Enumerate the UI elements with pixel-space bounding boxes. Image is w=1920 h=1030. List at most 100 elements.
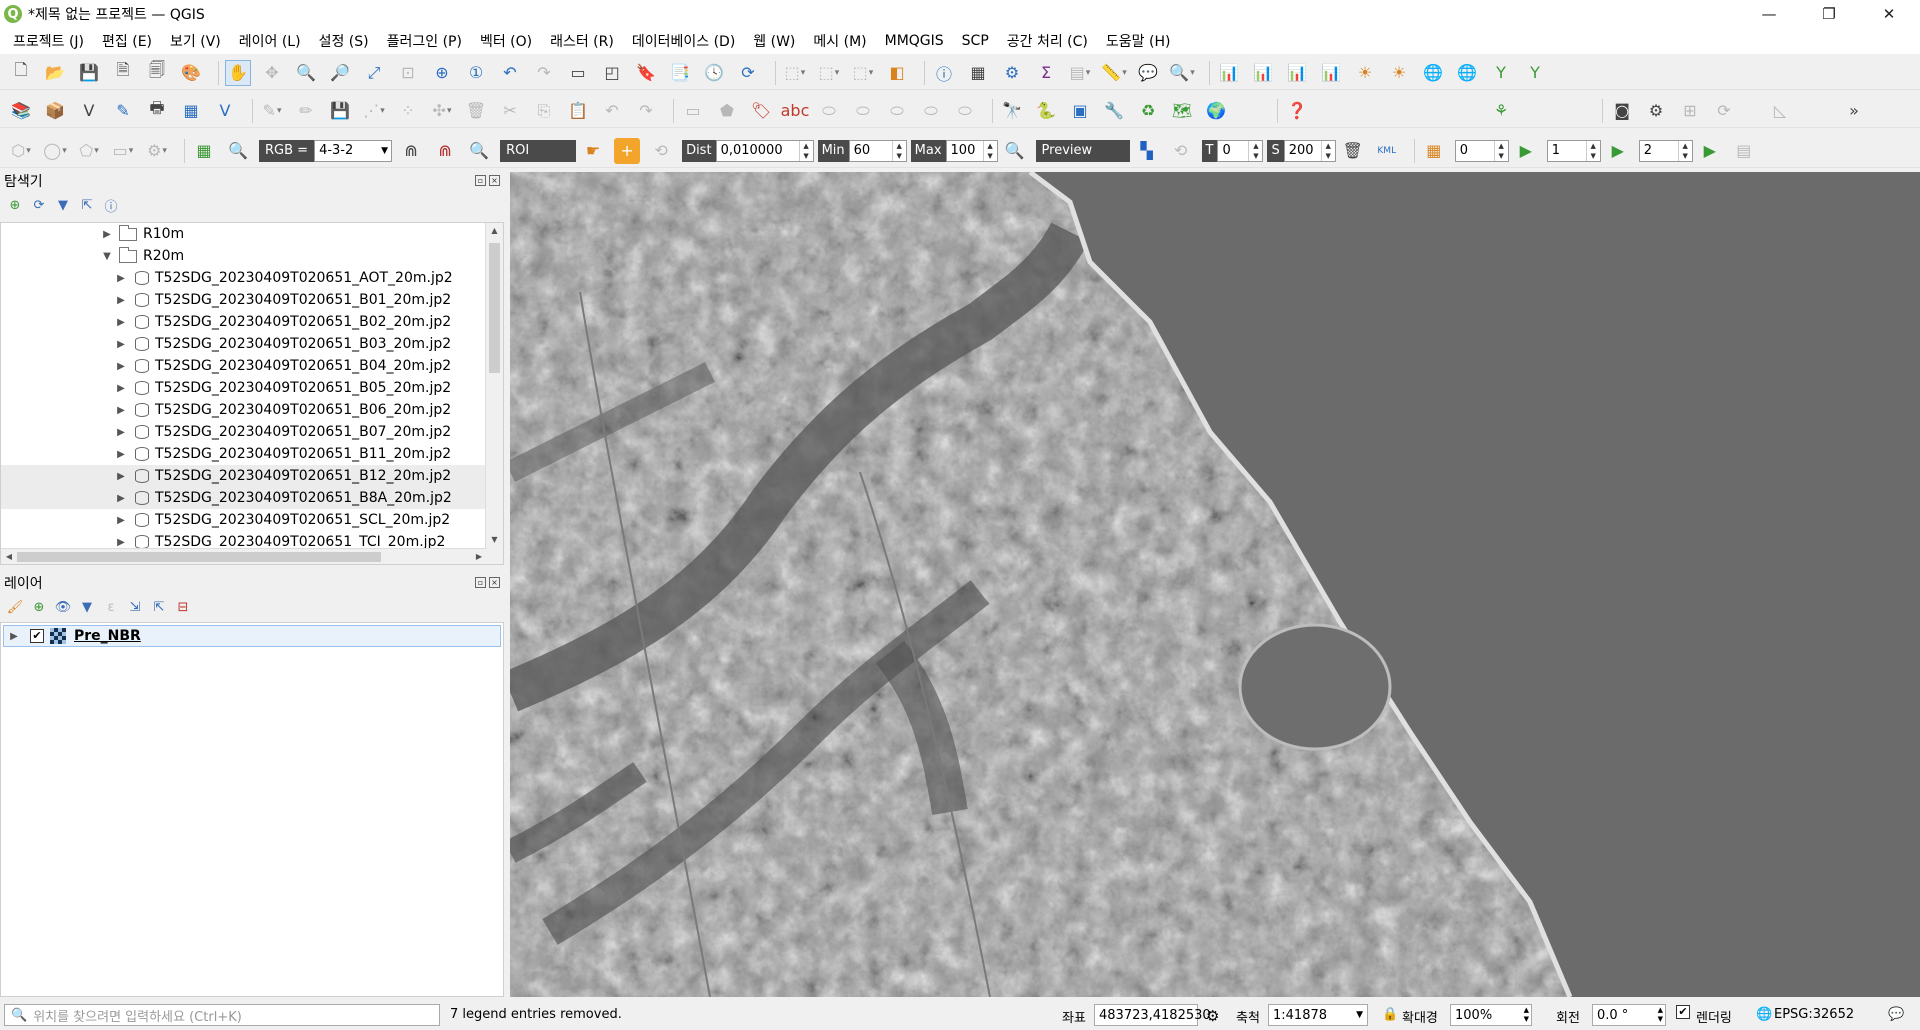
chevron-right-icon[interactable]: ▶ bbox=[115, 339, 127, 350]
collapse-all-layers-icon[interactable]: ⇱ bbox=[150, 598, 168, 616]
chevron-right-icon[interactable]: ▶ bbox=[115, 471, 127, 482]
processing-toolbox-icon[interactable]: ⚙ bbox=[999, 60, 1025, 86]
minimize-button[interactable]: — bbox=[1740, 0, 1798, 28]
menu-mesh[interactable]: 메시 (M) bbox=[804, 31, 875, 51]
close-panel-icon[interactable]: × bbox=[489, 577, 500, 588]
tree-item[interactable]: ▶ T52SDG_20230409T020651_B07_20m.jp2 bbox=[1, 421, 485, 443]
chevron-right-icon[interactable]: ▶ bbox=[115, 317, 127, 328]
zoom-to-layer-icon[interactable]: ⊕ bbox=[429, 60, 455, 86]
tree-item[interactable]: ▶ T52SDG_20230409T020651_B01_20m.jp2 bbox=[1, 289, 485, 311]
zoom-full-icon[interactable]: ⤢ bbox=[361, 60, 387, 86]
zoom-out-icon[interactable]: 🔎 bbox=[327, 60, 353, 86]
chevron-right-icon[interactable]: ▶ bbox=[115, 515, 127, 526]
messages-icon[interactable]: 💬 bbox=[1888, 1007, 1904, 1022]
wrench-icon[interactable]: 🔧 bbox=[1101, 98, 1127, 124]
pan-map-icon[interactable]: ✋ bbox=[225, 59, 251, 86]
menu-scp[interactable]: SCP bbox=[953, 33, 998, 49]
close-button[interactable]: ✕ bbox=[1860, 0, 1918, 28]
scp-classification-icon[interactable]: ▚ bbox=[1134, 138, 1160, 164]
close-panel-icon[interactable]: × bbox=[489, 175, 500, 186]
label-abc-icon[interactable]: abc bbox=[781, 98, 810, 124]
scp-roi-zoom-icon[interactable]: 🔍 bbox=[466, 138, 492, 164]
toolbar-overflow-icon[interactable]: » bbox=[1841, 98, 1867, 124]
menu-raster[interactable]: 래스터 (R) bbox=[541, 31, 623, 51]
tree-item[interactable]: ▶ T52SDG_20230409T020651_B06_20m.jp2 bbox=[1, 399, 485, 421]
bookmark-new-icon[interactable]: 🔖 bbox=[633, 60, 659, 86]
magnifier-spinbox[interactable]: 100% ▲ ▼ bbox=[1450, 1004, 1532, 1026]
shape-rect-icon[interactable]: ▭ bbox=[110, 138, 136, 164]
new-layer-icon[interactable]: 📦 bbox=[42, 98, 68, 124]
help-contents-icon[interactable]: ❓ bbox=[1284, 98, 1310, 124]
menu-layer[interactable]: 레이어 (L) bbox=[230, 31, 310, 51]
save-edits-icon[interactable]: 💾 bbox=[327, 98, 353, 124]
tree-folder-r10m[interactable]: ▶ R10m bbox=[1, 223, 485, 245]
scp-graph-icon[interactable]: ◺ bbox=[1767, 98, 1793, 124]
label-rotate-icon[interactable]: ⬭ bbox=[850, 98, 876, 124]
plugin-tree-icon[interactable]: ⚘ bbox=[1488, 98, 1514, 124]
label-pin-icon[interactable]: ⬟ bbox=[714, 98, 740, 124]
chevron-right-icon[interactable]: ▶ bbox=[115, 405, 127, 416]
remove-layer-icon[interactable]: ⊟ bbox=[174, 598, 192, 616]
chevron-right-icon[interactable]: ▶ bbox=[115, 537, 127, 548]
temporal-controller-icon[interactable]: 🕓 bbox=[701, 60, 727, 86]
scroll-right-icon[interactable]: ▶ bbox=[471, 549, 487, 564]
scroll-down-icon[interactable]: ▼ bbox=[486, 532, 503, 548]
tree-item[interactable]: ▶ T52SDG_20230409T020651_AOT_20m.jp2 bbox=[1, 267, 485, 289]
zoom-next-icon[interactable]: ↷ bbox=[531, 60, 557, 86]
menu-web[interactable]: 웹 (W) bbox=[744, 31, 804, 51]
chevron-right-icon[interactable]: ▶ bbox=[115, 273, 127, 284]
crs-globe-icon[interactable]: 🌐 bbox=[1756, 1007, 1772, 1022]
collapse-all-icon[interactable]: ⇱ bbox=[78, 196, 96, 214]
add-group-icon[interactable]: ⊕ bbox=[30, 598, 48, 616]
browser-filter-icon[interactable]: ▼ bbox=[54, 196, 72, 214]
globe-remove-icon[interactable]: 🌐 bbox=[1454, 60, 1480, 86]
play-2-icon[interactable]: ▶ bbox=[1605, 138, 1631, 164]
measure-line-icon[interactable]: 📏 bbox=[1101, 60, 1127, 86]
tree-item[interactable]: ▶ T52SDG_20230409T020651_B04_20m.jp2 bbox=[1, 355, 485, 377]
locator-search-input[interactable]: 🔍 위치를 찾으려면 입력하세요 (Ctrl+K) bbox=[4, 1004, 440, 1026]
tree-folder-r20m[interactable]: ▼ R20m bbox=[1, 245, 485, 267]
vertex-tool-icon[interactable]: ⁘ bbox=[395, 98, 421, 124]
add-feature-icon[interactable]: ⋰ bbox=[361, 98, 387, 124]
label-show-icon[interactable]: ⬭ bbox=[918, 98, 944, 124]
render-checkbox[interactable]: ✔ bbox=[1676, 1005, 1690, 1019]
browser-info-icon[interactable]: ⓘ bbox=[102, 196, 120, 215]
rotation-spinbox[interactable]: 0.0 ° ▲ ▼ bbox=[1592, 1004, 1666, 1026]
scp-chart-icon[interactable]: ▤ bbox=[1731, 138, 1757, 164]
min-input[interactable]: 60 ▲ ▼ bbox=[848, 139, 907, 162]
georeferencer-icon[interactable]: ▣ bbox=[1067, 98, 1093, 124]
add-selected-layers-icon[interactable]: ⊕ bbox=[6, 196, 24, 214]
globe-add-icon[interactable]: 🌐 bbox=[1420, 60, 1446, 86]
menu-mmqgis[interactable]: MMQGIS bbox=[876, 33, 953, 49]
tree-item[interactable]: ▶ T52SDG_20230409T020651_B03_20m.jp2 bbox=[1, 333, 485, 355]
layer-row-pre-nbr[interactable]: ▶ ✔ Pre_NBR bbox=[3, 625, 501, 647]
menu-help[interactable]: 도움말 (H) bbox=[1097, 31, 1180, 51]
menu-edit[interactable]: 편집 (E) bbox=[93, 31, 161, 51]
dist-input[interactable]: 0,010000 ▲ ▼ bbox=[715, 139, 814, 162]
toggle-extents-icon[interactable]: ⚙ bbox=[1206, 1007, 1219, 1025]
filter-y2-icon[interactable]: Y bbox=[1522, 60, 1548, 86]
shape-poly-icon[interactable]: ⬠ bbox=[76, 138, 102, 164]
add-raster-icon[interactable]: ▦ bbox=[178, 98, 204, 124]
map-canvas[interactable] bbox=[510, 172, 1920, 997]
copy-features-icon[interactable]: ⎘ bbox=[531, 98, 557, 124]
identify-features-icon[interactable]: ⓘ bbox=[931, 60, 957, 86]
sun-layer-icon[interactable]: ☀ bbox=[1352, 60, 1378, 86]
chevron-right-icon[interactable]: ▶ bbox=[115, 383, 127, 394]
layer-styling-icon[interactable]: 🖌 bbox=[6, 598, 24, 616]
tree-item[interactable]: ▶ T52SDG_20230409T020651_B8A_20m.jp2 bbox=[1, 487, 485, 509]
python-console-icon[interactable]: 🐍 bbox=[1033, 98, 1059, 124]
scp-kml-icon[interactable]: KML bbox=[1374, 138, 1400, 164]
toggle-editing-icon[interactable]: ✏ bbox=[293, 98, 319, 124]
redo-icon[interactable]: ↷ bbox=[633, 98, 659, 124]
scp-roi-pointer-icon[interactable]: ☛ bbox=[580, 138, 606, 164]
binoculars-icon[interactable]: 🔭 bbox=[999, 98, 1025, 124]
menu-vector[interactable]: 벡터 (O) bbox=[471, 31, 541, 51]
globe-icon[interactable]: 🌍 bbox=[1203, 98, 1229, 124]
chevron-right-icon[interactable]: ▶ bbox=[115, 361, 127, 372]
scroll-left-icon[interactable]: ◀ bbox=[1, 549, 17, 564]
float-panel-icon[interactable]: ▫ bbox=[475, 175, 486, 186]
scale-combobox[interactable]: 1:41878 ▼ bbox=[1268, 1004, 1368, 1026]
tree-item[interactable]: ▶ T52SDG_20230409T020651_B05_20m.jp2 bbox=[1, 377, 485, 399]
tree-item[interactable]: ▶ T52SDG_20230409T020651_B02_20m.jp2 bbox=[1, 311, 485, 333]
